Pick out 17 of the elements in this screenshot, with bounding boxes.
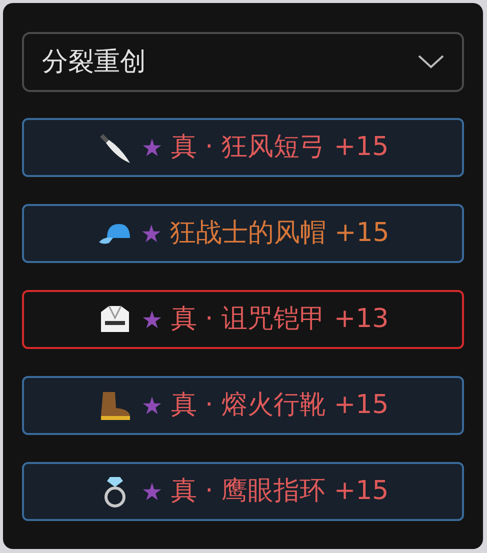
item-name: 真 · 诅咒铠甲 +13 [170, 303, 389, 336]
item-name: 狂战士的风帽 +15 [170, 217, 390, 250]
item-card[interactable]: ★ 真 · 诅咒铠甲 +13 [22, 290, 464, 349]
star-icon: ★ [140, 216, 162, 252]
item-name: 真 · 熔火行靴 +15 [170, 389, 389, 422]
item-card[interactable]: ★ 真 · 鹰眼指环 +15 [22, 462, 464, 521]
item-card[interactable]: ★ 真 · 熔火行靴 +15 [22, 376, 464, 435]
star-icon: ★ [141, 388, 163, 424]
star-icon: ★ [141, 130, 163, 166]
item-name: 真 · 狂风短弓 +15 [170, 131, 389, 164]
item-card[interactable]: ★ 真 · 狂风短弓 +15 [22, 118, 464, 177]
chevron-down-icon [418, 55, 444, 69]
item-card[interactable]: ★ 狂战士的风帽 +15 [22, 204, 464, 263]
item-name: 真 · 鹰眼指环 +15 [170, 475, 389, 508]
dropdown-select[interactable]: 分裂重创 [22, 32, 464, 92]
star-icon: ★ [141, 302, 163, 338]
star-icon: ★ [141, 474, 163, 510]
